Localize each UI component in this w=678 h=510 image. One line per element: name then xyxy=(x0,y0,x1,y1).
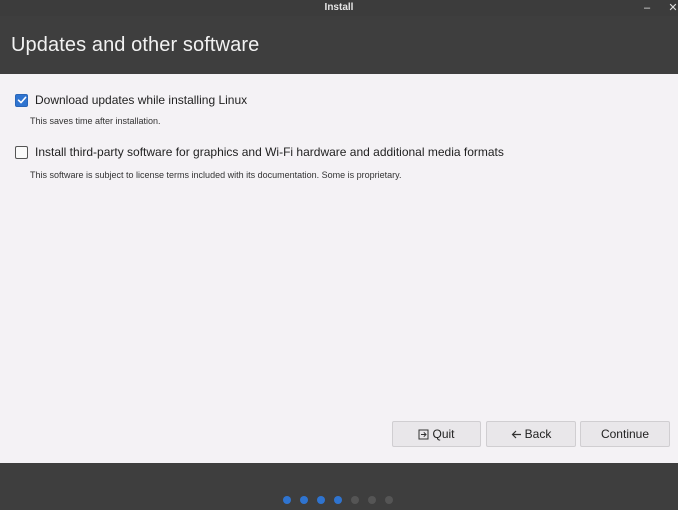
third-party-software-description: This software is subject to license term… xyxy=(30,170,402,180)
download-updates-checkbox[interactable] xyxy=(15,93,28,107)
main-content: Download updates while installing Linux … xyxy=(0,74,678,463)
download-updates-label: Download updates while installing Linux xyxy=(35,93,248,107)
window-titlebar: Install – ✕ xyxy=(0,0,678,16)
page-header: Updates and other software xyxy=(0,16,678,74)
progress-dot xyxy=(385,496,393,504)
progress-dots xyxy=(283,496,393,504)
exit-icon xyxy=(418,429,429,439)
page-title: Updates and other software xyxy=(11,34,260,56)
progress-dot xyxy=(283,496,291,504)
third-party-software-checkbox[interactable] xyxy=(15,145,28,159)
continue-label: Continue xyxy=(600,427,650,441)
progress-dot xyxy=(334,496,342,504)
third-party-software-label: Install third-party software for graphic… xyxy=(35,145,504,159)
window-title: Install xyxy=(324,2,354,13)
quit-label: Quit xyxy=(432,427,455,441)
third-party-software-option[interactable]: Install third-party software for graphic… xyxy=(15,145,504,159)
progress-dot xyxy=(317,496,325,504)
download-updates-option[interactable]: Download updates while installing Linux xyxy=(15,93,247,107)
minimize-icon[interactable]: – xyxy=(638,0,656,16)
continue-button[interactable]: Continue xyxy=(580,421,670,447)
progress-dot xyxy=(368,496,376,504)
close-icon[interactable]: ✕ xyxy=(664,0,678,16)
quit-button[interactable]: Quit xyxy=(392,421,481,447)
download-updates-description: This saves time after installation. xyxy=(30,116,161,126)
back-button[interactable]: Back xyxy=(486,421,576,447)
arrow-left-icon xyxy=(511,430,521,438)
back-label: Back xyxy=(524,427,552,441)
checkmark-icon xyxy=(17,96,26,104)
progress-dot xyxy=(300,496,308,504)
progress-dot xyxy=(351,496,359,504)
